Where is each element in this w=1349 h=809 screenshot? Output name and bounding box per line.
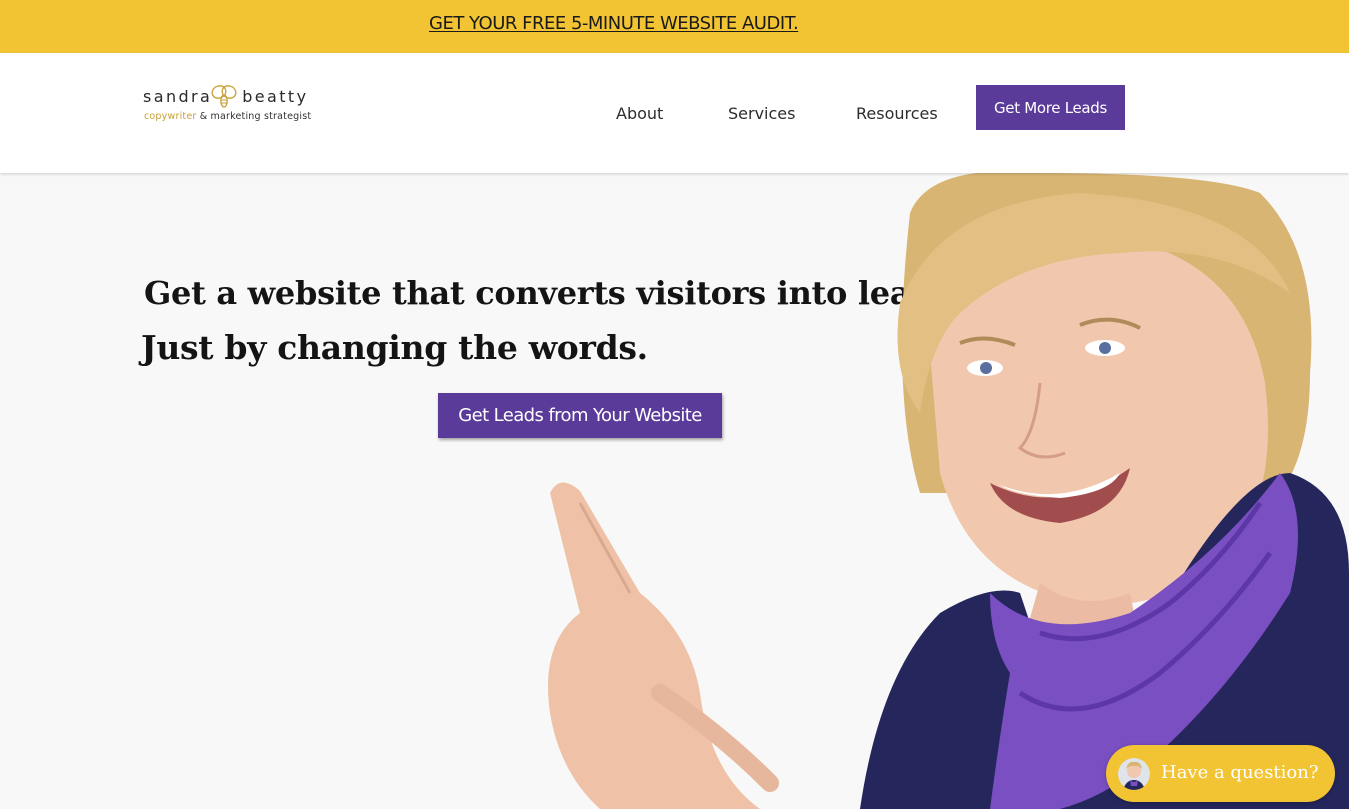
- nav-about[interactable]: About: [616, 104, 663, 123]
- logo-tagline-strategist: & marketing strategist: [199, 111, 312, 122]
- logo-last-name: beatty: [242, 87, 309, 106]
- chat-avatar-icon: [1118, 758, 1150, 790]
- logo-first-name: sandra: [143, 87, 213, 106]
- site-header: sandra beatty copywriter & marketing stra…: [0, 53, 1349, 173]
- logo-tagline-copywriter: copywriter: [144, 111, 197, 122]
- get-more-leads-button[interactable]: Get More Leads: [976, 85, 1125, 130]
- bee-icon: [211, 85, 237, 108]
- get-leads-button[interactable]: Get Leads from Your Website: [438, 393, 722, 438]
- woman-pointing-photo: [548, 173, 1349, 809]
- logo[interactable]: sandra beatty copywriter & marketing stra…: [143, 83, 313, 127]
- promo-bar: GET YOUR FREE 5-MINUTE WEBSITE AUDIT.: [0, 0, 1349, 53]
- nav-services[interactable]: Services: [728, 104, 795, 123]
- chat-widget[interactable]: Have a question?: [1106, 745, 1335, 802]
- website-audit-link[interactable]: GET YOUR FREE 5-MINUTE WEBSITE AUDIT.: [429, 13, 799, 34]
- logo-tagline: copywriter & marketing strategist: [144, 111, 311, 122]
- chat-label: Have a question?: [1161, 762, 1319, 783]
- nav-resources[interactable]: Resources: [856, 104, 938, 123]
